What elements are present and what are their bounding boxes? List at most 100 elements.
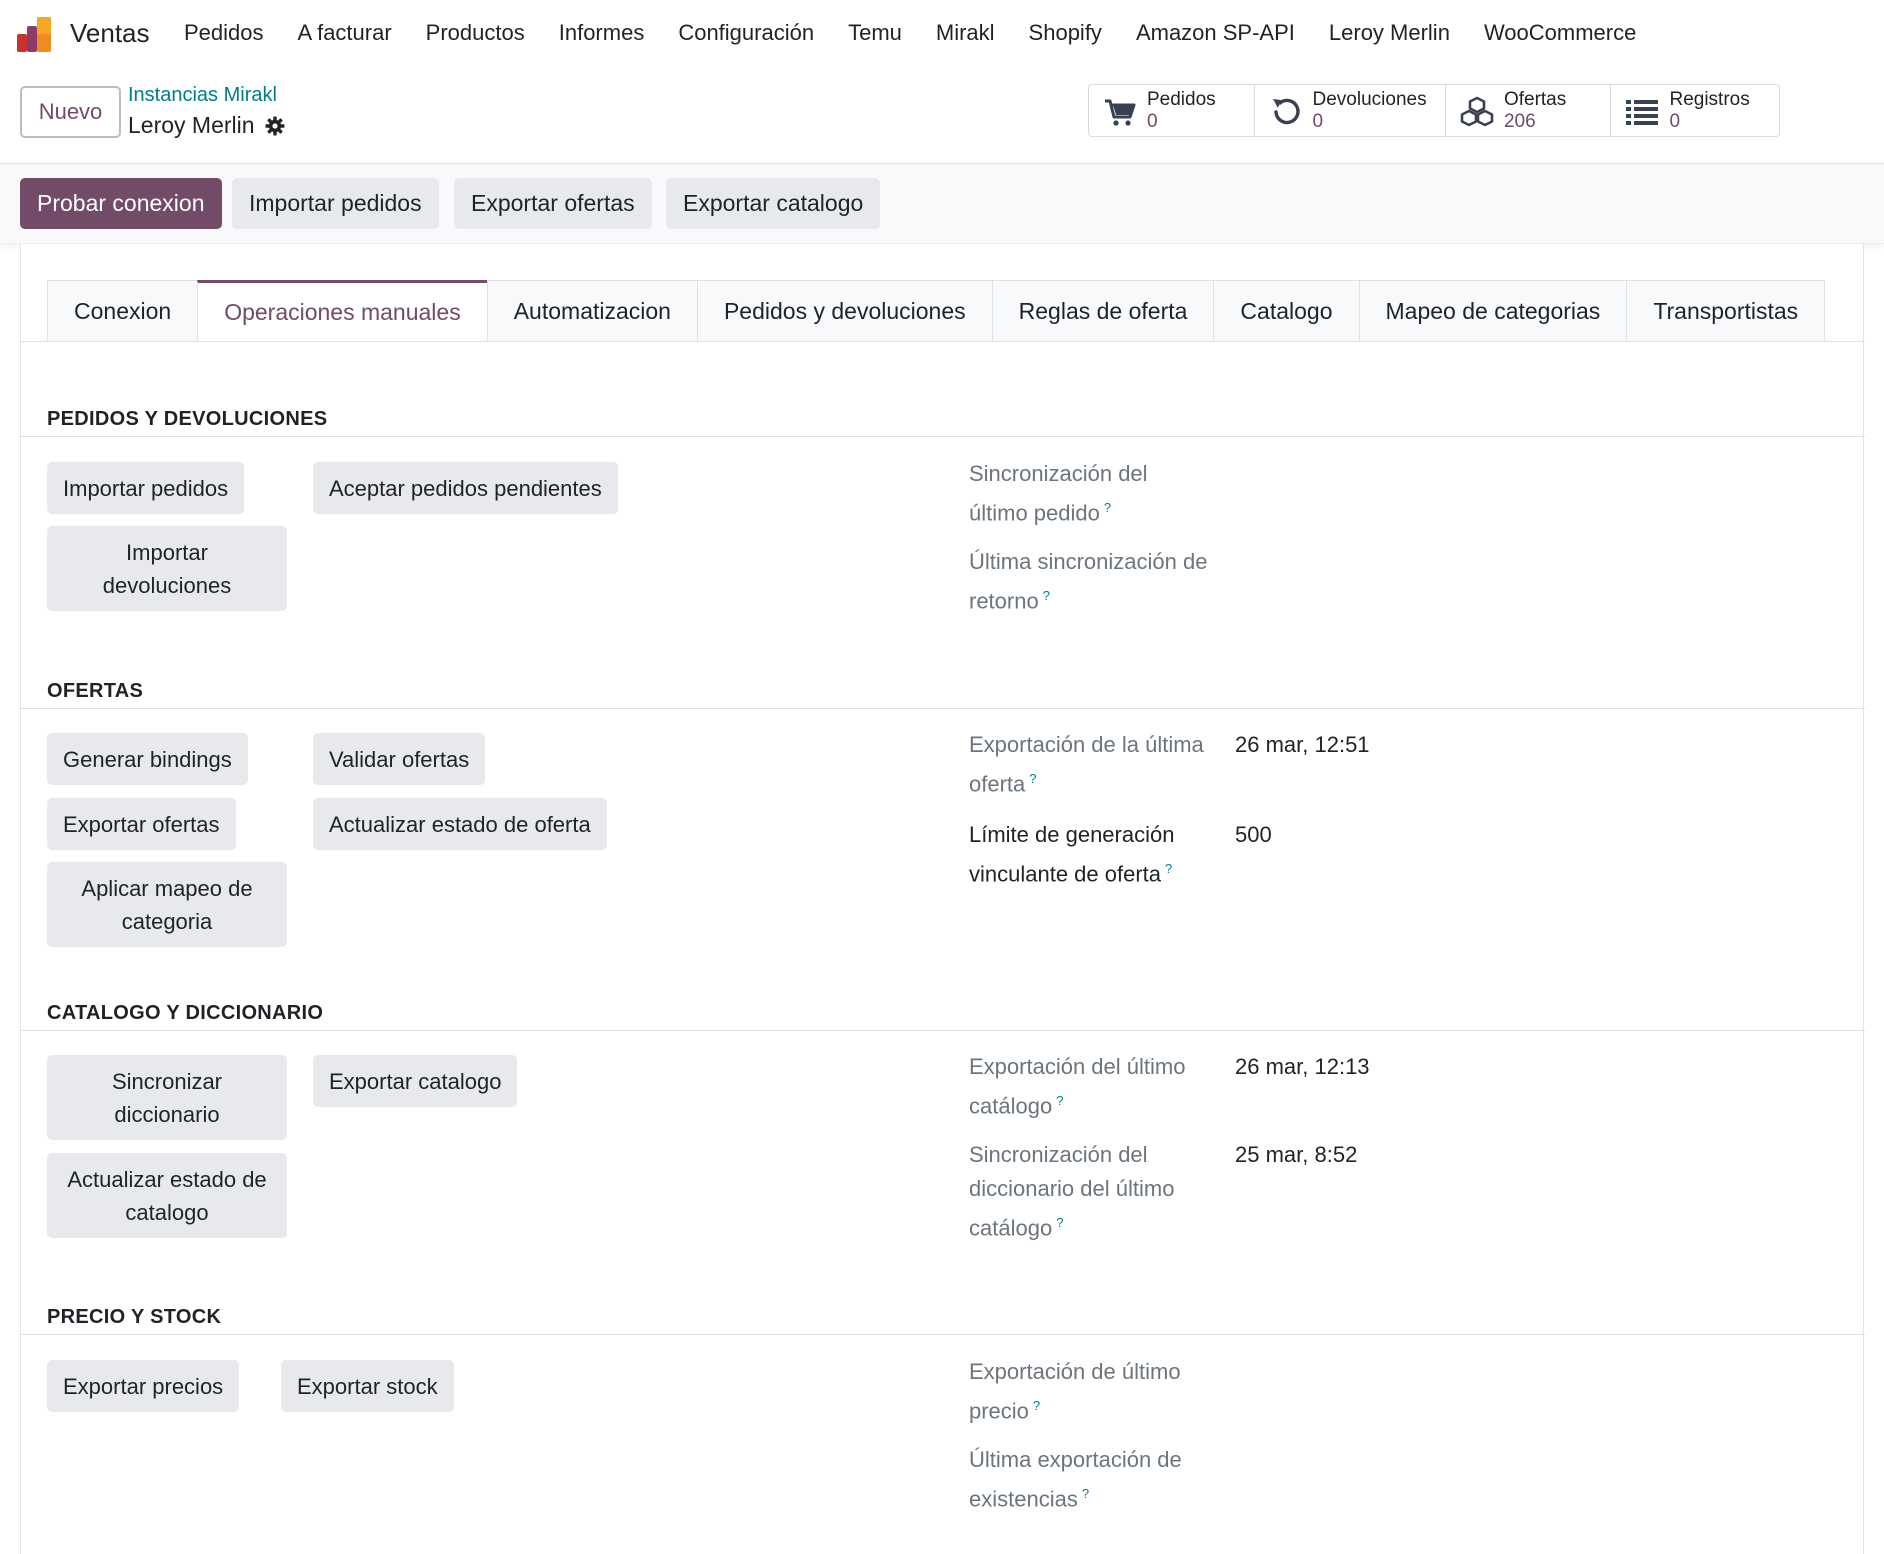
cart-icon (1105, 99, 1136, 126)
smart-button-label: Devoluciones (1312, 89, 1427, 110)
section-divider (21, 708, 1865, 709)
field-label-last-order-sync: Sincronización del último pedido? (969, 457, 1209, 530)
help-icon[interactable]: ? (1029, 771, 1036, 786)
field-label-last-offer-export: Exportación de la última oferta? (969, 728, 1209, 801)
menu-item-leroy-merlin[interactable]: Leroy Merlin (1329, 20, 1450, 46)
label-text: Última exportación de existencias (969, 1447, 1182, 1512)
tab-pedidos-devoluciones[interactable]: Pedidos y devoluciones (696, 280, 993, 342)
cubes-icon (1460, 96, 1494, 127)
smart-button-ofertas[interactable]: Ofertas 206 (1446, 85, 1612, 136)
export-prices-button[interactable]: Exportar precios (47, 1360, 240, 1412)
section-divider (21, 1030, 1865, 1031)
export-offers-button[interactable]: Exportar ofertas (454, 178, 652, 229)
section-divider (21, 1334, 1865, 1335)
tab-mapeo-categorias[interactable]: Mapeo de categorias (1358, 280, 1628, 342)
update-catalog-status-button[interactable]: Actualizar estado de catalogo (47, 1153, 287, 1238)
help-icon[interactable]: ? (1033, 1398, 1040, 1413)
field-value-offer-binding-limit[interactable]: 500 (1235, 818, 1272, 852)
import-orders-button[interactable]: Importar pedidos (232, 178, 439, 229)
smart-button-pedidos[interactable]: Pedidos 0 (1089, 85, 1255, 136)
list-icon (1626, 100, 1659, 125)
help-icon[interactable]: ? (1056, 1215, 1063, 1230)
menu-item-configuracion[interactable]: Configuración (678, 20, 814, 46)
export-catalog-button[interactable]: Exportar catalogo (666, 178, 881, 229)
new-button[interactable]: Nuevo (20, 86, 121, 138)
smart-button-value: 0 (1312, 111, 1324, 132)
field-label-last-return-sync: Última sincronización de retorno? (969, 545, 1209, 618)
form-sheet: Conexion Operaciones manuales Automatiza… (20, 244, 1865, 1554)
menu-item-temu[interactable]: Temu (848, 20, 902, 46)
validate-offers-button[interactable]: Validar ofertas (313, 733, 486, 785)
menu-item-pedidos[interactable]: Pedidos (184, 20, 264, 46)
field-label-offer-binding-limit: Límite de generación vinculante de ofert… (969, 818, 1209, 891)
smart-button-value: 0 (1147, 111, 1158, 132)
menu-item-productos[interactable]: Productos (426, 20, 525, 46)
help-icon[interactable]: ? (1043, 588, 1050, 603)
help-icon[interactable]: ? (1165, 861, 1172, 876)
tab-operaciones-manuales[interactable]: Operaciones manuales (197, 280, 488, 342)
gear-icon[interactable] (265, 116, 285, 136)
export-offers-action-button[interactable]: Exportar ofertas (47, 798, 236, 850)
smart-button-devoluciones[interactable]: Devoluciones 0 (1255, 85, 1446, 136)
import-returns-button[interactable]: Importar devoluciones (47, 526, 287, 611)
tab-catalogo[interactable]: Catalogo (1213, 280, 1360, 342)
field-label-last-dictionary-sync: Sincronización del diccionario del últim… (969, 1138, 1209, 1245)
label-text: Sincronización del diccionario del últim… (969, 1142, 1175, 1241)
field-value-last-offer-export: 26 mar, 12:51 (1235, 732, 1370, 757)
label-text: Exportación de la última oferta (969, 732, 1204, 797)
help-icon[interactable]: ? (1056, 1093, 1063, 1108)
record-title: Leroy Merlin (128, 112, 255, 138)
smart-button-value: 206 (1503, 111, 1536, 132)
field-value-last-catalog-export: 26 mar, 12:13 (1235, 1054, 1370, 1079)
sales-app-icon[interactable] (16, 16, 54, 54)
sync-dictionary-button[interactable]: Sincronizar diccionario (47, 1055, 287, 1140)
import-orders-action-button[interactable]: Importar pedidos (47, 462, 245, 514)
smart-buttons: Pedidos 0 Devoluciones 0 Ofertas 206 Reg… (1088, 84, 1780, 137)
section-title-price-stock: PRECIO Y STOCK (47, 1306, 222, 1328)
smart-button-registros[interactable]: Registros 0 (1611, 85, 1779, 136)
breadcrumb-current: Leroy Merlin (128, 112, 285, 139)
field-value-last-dictionary-sync: 25 mar, 8:52 (1235, 1142, 1358, 1167)
apply-category-mapping-button[interactable]: Aplicar mapeo de categoria (47, 862, 287, 947)
control-panel: Nuevo Instancias Mirakl Leroy Merlin Ped… (0, 72, 1884, 164)
field-label-last-catalog-export: Exportación del último catálogo? (969, 1050, 1209, 1123)
smart-button-label: Pedidos (1147, 89, 1216, 110)
test-connection-button[interactable]: Probar conexion (20, 178, 222, 229)
export-stock-button[interactable]: Exportar stock (281, 1360, 454, 1412)
section-title-orders: PEDIDOS Y DEVOLUCIONES (47, 408, 328, 430)
tabs-divider (21, 341, 1865, 342)
notebook-tabs: Conexion Operaciones manuales Automatiza… (47, 280, 1826, 342)
label-text: Límite de generación vinculante de ofert… (969, 822, 1175, 887)
menu-item-amazon[interactable]: Amazon SP-API (1136, 20, 1295, 46)
menu-item-a-facturar[interactable]: A facturar (298, 20, 392, 46)
breadcrumb-parent[interactable]: Instancias Mirakl (128, 84, 277, 107)
label-text: Sincronización del último pedido (969, 461, 1148, 526)
tab-reglas-oferta[interactable]: Reglas de oferta (991, 280, 1215, 342)
menu-item-shopify[interactable]: Shopify (1029, 20, 1102, 46)
menu-item-mirakl[interactable]: Mirakl (936, 20, 995, 46)
export-catalog-action-button[interactable]: Exportar catalogo (313, 1055, 518, 1107)
undo-icon (1272, 98, 1300, 125)
help-icon[interactable]: ? (1104, 500, 1111, 515)
field-label-last-stock-export: Última exportación de existencias? (969, 1443, 1209, 1516)
smart-button-label: Registros (1669, 89, 1750, 110)
accept-pending-orders-button[interactable]: Aceptar pedidos pendientes (313, 462, 618, 514)
field-label-last-price-export: Exportación de último precio? (969, 1355, 1209, 1428)
label-text: Exportación del último catálogo (969, 1054, 1186, 1119)
section-title-catalog: CATALOGO Y DICCIONARIO (47, 1002, 324, 1024)
menu-item-informes[interactable]: Informes (559, 20, 645, 46)
top-navbar: Ventas Pedidos A facturar Productos Info… (0, 0, 1884, 72)
label-text: Última sincronización de retorno (969, 549, 1208, 614)
app-name[interactable]: Ventas (70, 18, 150, 49)
update-offer-status-button[interactable]: Actualizar estado de oferta (313, 798, 607, 850)
tab-transportistas[interactable]: Transportistas (1626, 280, 1826, 342)
help-icon[interactable]: ? (1082, 1486, 1089, 1501)
smart-button-value: 0 (1669, 111, 1681, 132)
tab-conexion[interactable]: Conexion (47, 280, 199, 342)
menu-item-woocommerce[interactable]: WooCommerce (1484, 20, 1636, 46)
smart-button-label: Ofertas (1503, 89, 1567, 110)
tab-automatizacion[interactable]: Automatizacion (486, 280, 698, 342)
form-statusbar: Probar conexion Importar pedidos Exporta… (0, 164, 1884, 244)
generate-bindings-button[interactable]: Generar bindings (47, 733, 248, 785)
section-divider (21, 436, 1865, 437)
